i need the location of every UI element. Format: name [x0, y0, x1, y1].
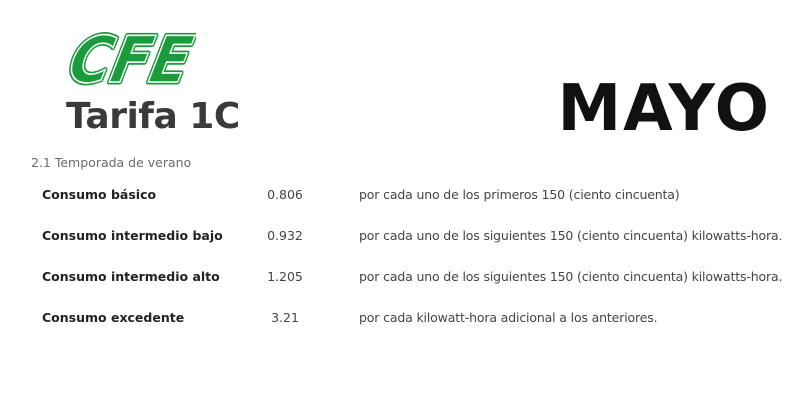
rate-price: 0.806 — [267, 187, 303, 202]
cfe-logo: CFE CFE — [64, 26, 196, 90]
rate-price: 0.932 — [267, 228, 303, 243]
rate-description: por cada uno de los siguientes 150 (cien… — [359, 228, 783, 243]
rate-description: por cada uno de los primeros 150 (ciento… — [359, 187, 680, 202]
cfe-logo-text: CFE — [64, 26, 196, 90]
rate-name: Consumo básico — [42, 187, 157, 202]
month-heading: MAYO — [557, 72, 771, 146]
rate-row-basico: Consumo básico 0.806 por cada uno de los… — [0, 184, 795, 225]
rate-price: 3.21 — [271, 310, 299, 325]
rate-row-intermedio-alto: Consumo intermedio alto 1.205 por cada u… — [0, 266, 795, 307]
tariff-title: Tarifa 1C — [66, 96, 240, 137]
rate-name: Consumo intermedio alto — [42, 269, 220, 284]
rate-row-intermedio-bajo: Consumo intermedio bajo 0.932 por cada u… — [0, 225, 795, 266]
rate-description: por cada kilowatt-hora adicional a los a… — [359, 310, 658, 325]
rate-name: Consumo intermedio bajo — [42, 228, 223, 243]
rate-name: Consumo excedente — [42, 310, 185, 325]
rate-row-excedente: Consumo excedente 3.21 por cada kilowatt… — [0, 307, 795, 348]
rates-table: Consumo básico 0.806 por cada uno de los… — [0, 184, 795, 348]
rate-description: por cada uno de los siguientes 150 (cien… — [359, 269, 783, 284]
season-subtitle: 2.1 Temporada de verano — [31, 155, 192, 170]
rate-price: 1.205 — [267, 269, 303, 284]
